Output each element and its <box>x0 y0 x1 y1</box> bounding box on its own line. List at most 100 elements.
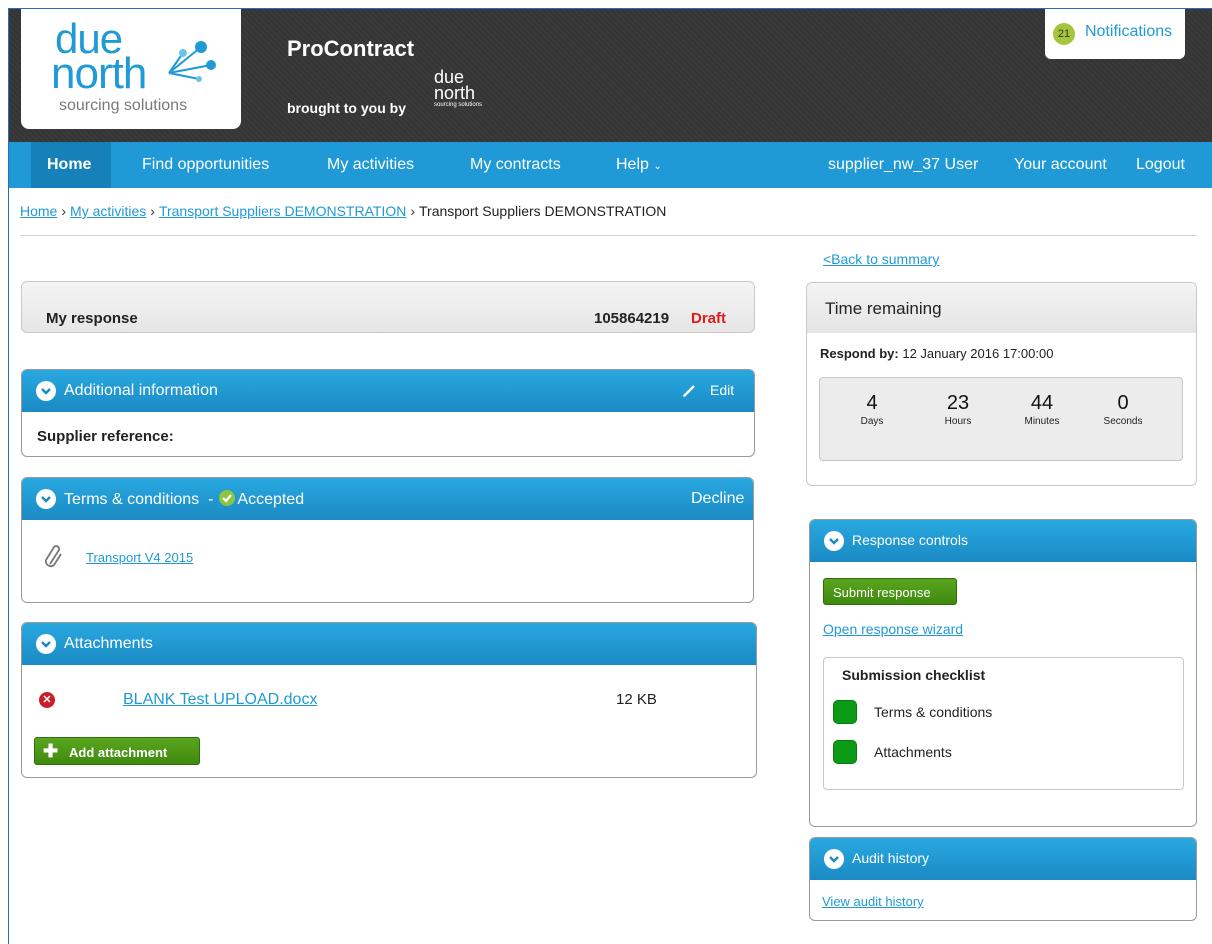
logo-network-icon <box>168 41 216 82</box>
notifications-label: Notifications <box>1085 23 1173 40</box>
breadcrumb-separator: › <box>61 203 67 219</box>
edit-link[interactable]: Edit <box>710 382 734 398</box>
days-value: 4 <box>866 392 878 414</box>
hours-label: Hours <box>944 416 972 427</box>
checklist-item-terms: Terms & conditions <box>874 704 993 720</box>
my-response-label: My response <box>46 310 138 327</box>
response-status-badge: Draft <box>691 310 727 327</box>
nav-item-my-activities[interactable]: My activities <box>327 156 414 174</box>
attachments-header[interactable]: Attachments <box>22 623 756 665</box>
add-attachment-button[interactable]: ✚ Add attachment <box>34 737 200 765</box>
nav-item-my-contracts[interactable]: My contracts <box>470 156 561 174</box>
status-indicator-icon <box>833 740 857 764</box>
submit-response-label: Submit response <box>833 585 931 600</box>
notifications-button[interactable]: 21 Notifications <box>1045 9 1185 59</box>
respond-by-label: Respond by: <box>820 346 899 361</box>
terms-conditions-header[interactable]: Terms & conditions - Accepted Decline <box>22 478 753 520</box>
respond-by: Respond by: 12 January 2016 17:00:00 <box>820 346 1053 361</box>
countdown-seconds: 0 Seconds <box>1088 392 1158 427</box>
breadcrumb-home[interactable]: Home <box>20 203 57 219</box>
breadcrumb-separator: › <box>150 203 155 219</box>
mini-logo-line2: north <box>434 83 476 103</box>
divider <box>20 235 1197 236</box>
response-controls-title: Response controls <box>852 532 968 548</box>
brought-by-text: brought to you by <box>287 100 406 116</box>
decline-link-label[interactable]: Decline <box>691 490 744 507</box>
days-label: Days <box>860 416 884 427</box>
minutes-value: 44 <box>1030 392 1054 414</box>
mini-logo-sub: sourcing solutions <box>434 102 483 108</box>
back-to-summary-link[interactable]: <Back to summary <box>823 251 939 267</box>
checklist-item-attachments: Attachments <box>874 744 952 760</box>
attachments-panel: Attachments ✕ BLANK Test UPLOAD.docx 12 … <box>21 622 757 778</box>
audit-history-title: Audit history <box>852 850 930 866</box>
terms-conditions-panel: Terms & conditions - Accepted Decline Tra… <box>21 477 754 603</box>
decline-link[interactable]: Decline <box>691 490 744 508</box>
audit-history-header[interactable]: Audit history <box>810 838 1196 880</box>
logo-text-north: north <box>51 49 147 98</box>
nav-home-label: Home <box>47 156 92 173</box>
plus-icon: ✚ <box>43 741 59 761</box>
chevron-down-icon[interactable] <box>36 381 56 401</box>
main-nav: Home Find opportunities My activities My… <box>9 142 1212 188</box>
seconds-label: Seconds <box>1103 416 1143 427</box>
countdown-hours: 23 Hours <box>923 392 993 427</box>
terms-title-group: Terms & conditions - Accepted <box>64 490 304 509</box>
remove-attachment-icon[interactable]: ✕ <box>39 692 55 708</box>
nav-item-find-opportunities[interactable]: Find opportunities <box>142 156 269 174</box>
terms-status: Accepted <box>237 491 305 508</box>
chevron-down-icon[interactable] <box>824 849 844 869</box>
chevron-down-icon[interactable] <box>824 531 844 551</box>
app-title: ProContract <box>287 36 415 61</box>
add-attachment-label: Add attachment <box>69 745 168 760</box>
terms-dash: - <box>208 491 214 508</box>
nav-your-account[interactable]: Your account <box>1014 156 1107 174</box>
paperclip-icon <box>45 545 62 567</box>
status-indicator-icon <box>833 700 857 724</box>
audit-history-panel: Audit history View audit history <box>809 837 1197 921</box>
time-remaining-title: Time remaining <box>825 299 942 318</box>
countdown-timer: 4 Days 23 Hours 44 Minutes 0 Seconds <box>819 377 1183 461</box>
response-controls-panel: Response controls Submit response Open r… <box>809 519 1197 827</box>
countdown-days: 4 Days <box>837 392 907 427</box>
additional-information-header[interactable]: Additional information Edit <box>22 370 754 412</box>
site-header: due north sourcing solutions ProContract… <box>9 9 1212 142</box>
check-icon <box>219 490 236 506</box>
due-north-logo[interactable]: due north sourcing solutions <box>21 9 241 129</box>
response-controls-header[interactable]: Response controls <box>810 520 1196 562</box>
nav-help-label: Help <box>616 156 649 173</box>
time-remaining-panel: Time remaining Respond by: 12 January 20… <box>806 282 1197 486</box>
my-response-panel: My response 105864219 Draft <box>21 281 755 333</box>
additional-information-title: Additional information <box>64 382 218 399</box>
terms-document-link[interactable]: Transport V4 2015 <box>86 550 193 565</box>
view-audit-history-link[interactable]: View audit history <box>822 894 924 909</box>
time-remaining-header: Time remaining <box>807 283 1196 333</box>
respond-by-value: 12 January 2016 17:00:00 <box>902 346 1054 361</box>
checklist-title: Submission checklist <box>842 667 986 683</box>
pencil-icon <box>683 385 695 397</box>
nav-logout[interactable]: Logout <box>1136 156 1185 174</box>
breadcrumb-parent[interactable]: Transport Suppliers DEMONSTRATION <box>159 203 406 219</box>
chevron-down-icon[interactable] <box>36 489 56 509</box>
nav-item-help[interactable]: Help ⌄ <box>616 156 662 174</box>
response-number: 105864219 <box>594 310 670 327</box>
breadcrumb-separator: › <box>410 203 415 219</box>
logo-subtitle: sourcing solutions <box>59 97 188 114</box>
seconds-value: 0 <box>1117 392 1129 414</box>
breadcrumb: Home › My activities › Transport Suppliers D… <box>20 203 666 219</box>
breadcrumb-my-activities[interactable]: My activities <box>70 203 146 219</box>
attachment-file-link[interactable]: BLANK Test UPLOAD.docx <box>123 691 317 709</box>
edit-link-label[interactable]: Edit <box>710 382 734 398</box>
hours-value: 23 <box>946 392 970 414</box>
breadcrumb-current: Transport Suppliers DEMONSTRATION <box>419 203 667 219</box>
open-response-wizard-link[interactable]: Open response wizard <box>823 621 963 637</box>
countdown-minutes: 44 Minutes <box>1007 392 1077 427</box>
nav-user-name[interactable]: supplier_nw_37 User <box>828 156 978 174</box>
minutes-label: Minutes <box>1024 416 1060 427</box>
terms-title: Terms & conditions <box>64 491 200 508</box>
chevron-down-icon[interactable] <box>36 634 56 654</box>
additional-information-panel: Additional information Edit Supplier ref… <box>21 369 755 457</box>
submit-response-button[interactable]: Submit response <box>823 578 957 605</box>
chevron-down-icon: ⌄ <box>653 161 662 172</box>
nav-item-home[interactable]: Home <box>31 142 111 188</box>
